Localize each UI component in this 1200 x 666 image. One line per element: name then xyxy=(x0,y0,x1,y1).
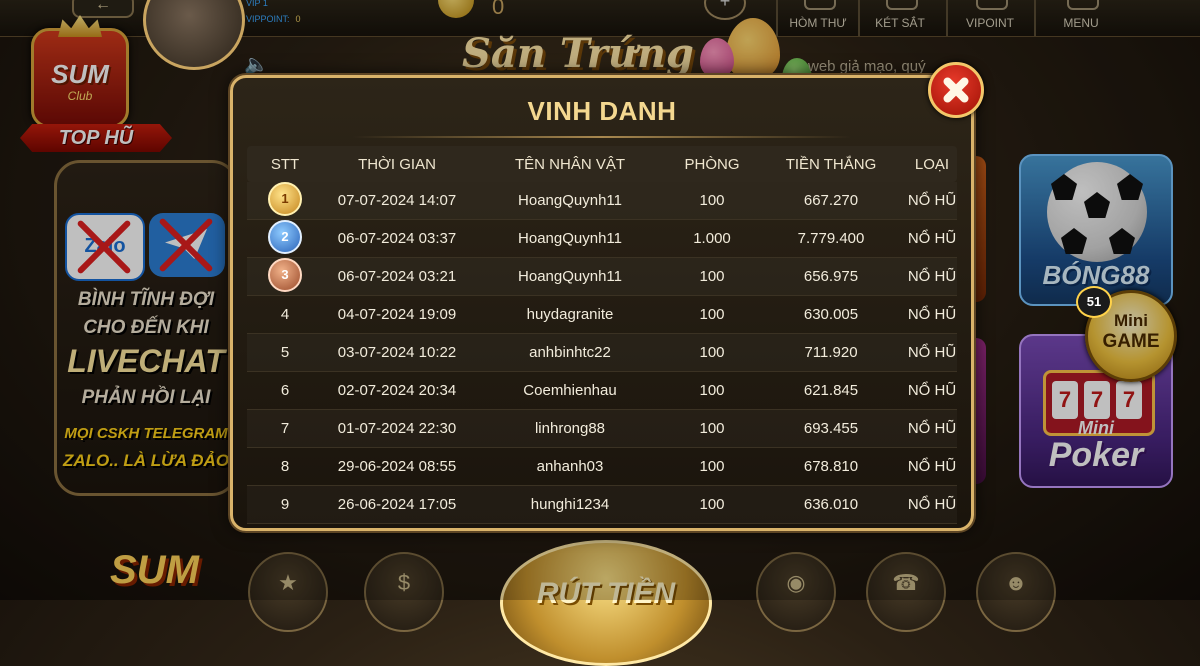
column-header: TÊN NHÂN VẬT xyxy=(514,155,625,173)
table-row: 7 01-07-2024 22:30 linhrong88 100 693.45… xyxy=(247,410,957,448)
time-cell: 01-07-2024 22:30 xyxy=(337,420,457,437)
rank-cell: 4 xyxy=(280,306,290,323)
time-cell: 02-07-2024 20:34 xyxy=(337,382,457,399)
time-cell: 26-06-2024 17:05 xyxy=(337,496,457,513)
name-cell: linhrong88 xyxy=(534,420,606,437)
rank-number: 3 xyxy=(281,266,289,282)
room-cell: 100 xyxy=(699,496,725,513)
time-cell: 29-06-2024 08:55 xyxy=(337,458,457,475)
room-cell: 100 xyxy=(699,344,725,361)
name-cell: hunghi1234 xyxy=(530,496,610,513)
rank-cell: 6 xyxy=(280,382,290,399)
type-cell: NỔ HŨ xyxy=(907,496,957,513)
rank-number: 2 xyxy=(281,228,289,244)
rank-cell: 7 xyxy=(280,420,290,437)
win-cell: 678.810 xyxy=(803,458,859,475)
room-cell: 100 xyxy=(699,420,725,437)
name-cell: HoangQuynh11 xyxy=(518,268,622,285)
bronze-medal-icon: 3 xyxy=(268,257,302,292)
type-cell: NỔ HŨ xyxy=(907,268,957,285)
win-cell: 636.010 xyxy=(803,496,859,513)
type-cell: NỔ HŨ xyxy=(907,344,957,361)
silver-medal-icon: 2 xyxy=(268,219,302,254)
rank-number: 1 xyxy=(281,190,289,206)
room-cell: 100 xyxy=(699,458,725,475)
rank-cell: 9 xyxy=(280,496,290,513)
rank-cell: 5 xyxy=(280,344,290,361)
table-header: STT THỜI GIAN TÊN NHÂN VẬT PHÒNG TIỀN TH… xyxy=(247,146,957,182)
column-header: STT xyxy=(270,155,300,173)
win-cell: 630.005 xyxy=(803,306,859,323)
close-dialog-button[interactable] xyxy=(928,62,984,118)
room-cell: 1.000 xyxy=(693,230,731,247)
gold-medal-icon: 1 xyxy=(268,181,302,216)
time-cell: 06-07-2024 03:37 xyxy=(337,230,457,247)
type-cell: NỔ HŨ xyxy=(907,458,957,475)
time-cell: 04-07-2024 19:09 xyxy=(337,306,457,323)
table-body: 1 07-07-2024 14:07 HoangQuynh11 100 667.… xyxy=(247,181,957,524)
table-row: 5 03-07-2024 10:22 anhbinhtc22 100 711.9… xyxy=(247,334,957,372)
type-cell: NỔ HŨ xyxy=(907,230,957,247)
name-cell: HoangQuynh11 xyxy=(518,192,622,209)
win-cell: 711.920 xyxy=(804,344,858,361)
room-cell: 100 xyxy=(699,268,725,285)
vinh-danh-dialog: VINH DANH STT THỜI GIAN TÊN NHÂN VẬT PHÒ… xyxy=(230,75,974,531)
name-cell: Coemhienhau xyxy=(523,382,617,399)
leaderboard-table: STT THỜI GIAN TÊN NHÂN VẬT PHÒNG TIỀN TH… xyxy=(247,146,957,524)
table-row: 2 06-07-2024 03:37 HoangQuynh11 1.000 7.… xyxy=(247,219,957,258)
room-cell: 100 xyxy=(699,306,725,323)
type-cell: NỔ HŨ xyxy=(907,420,957,437)
rank-cell: 8 xyxy=(280,458,290,475)
win-cell: 656.975 xyxy=(803,268,859,285)
table-row: 3 06-07-2024 03:21 HoangQuynh11 100 656.… xyxy=(247,257,957,296)
name-cell: anhbinhtc22 xyxy=(529,344,611,361)
room-cell: 100 xyxy=(699,382,725,399)
type-cell: NỔ HŨ xyxy=(907,306,957,323)
name-cell: anhanh03 xyxy=(536,458,604,475)
minigame-count-badge: 51 xyxy=(1076,286,1112,318)
win-cell: 7.779.400 xyxy=(797,230,865,247)
name-cell: HoangQuynh11 xyxy=(518,230,622,247)
win-cell: 667.270 xyxy=(803,192,859,209)
name-cell: huydagranite xyxy=(526,306,614,323)
table-row: 6 02-07-2024 20:34 Coemhienhau 100 621.8… xyxy=(247,372,957,410)
dialog-title: VINH DANH xyxy=(527,96,677,126)
title-divider xyxy=(353,136,851,138)
win-cell: 693.455 xyxy=(803,420,859,437)
table-row: 4 04-07-2024 19:09 huydagranite 100 630.… xyxy=(247,296,957,334)
type-cell: NỔ HŨ xyxy=(907,192,957,209)
column-header: PHÒNG xyxy=(684,155,740,173)
column-header: THỜI GIAN xyxy=(358,155,436,173)
time-cell: 03-07-2024 10:22 xyxy=(337,344,457,361)
type-cell: NỔ HŨ xyxy=(907,382,957,399)
room-cell: 100 xyxy=(699,192,725,209)
table-row: 9 26-06-2024 17:05 hunghi1234 100 636.01… xyxy=(247,486,957,524)
time-cell: 06-07-2024 03:21 xyxy=(337,268,457,285)
column-header: TIỀN THẮNG xyxy=(785,155,877,173)
win-cell: 621.845 xyxy=(803,382,859,399)
time-cell: 07-07-2024 14:07 xyxy=(337,192,457,209)
table-row: 1 07-07-2024 14:07 HoangQuynh11 100 667.… xyxy=(247,181,957,220)
column-header: LOẠI xyxy=(914,155,950,173)
table-row: 8 29-06-2024 08:55 anhanh03 100 678.810 … xyxy=(247,448,957,486)
